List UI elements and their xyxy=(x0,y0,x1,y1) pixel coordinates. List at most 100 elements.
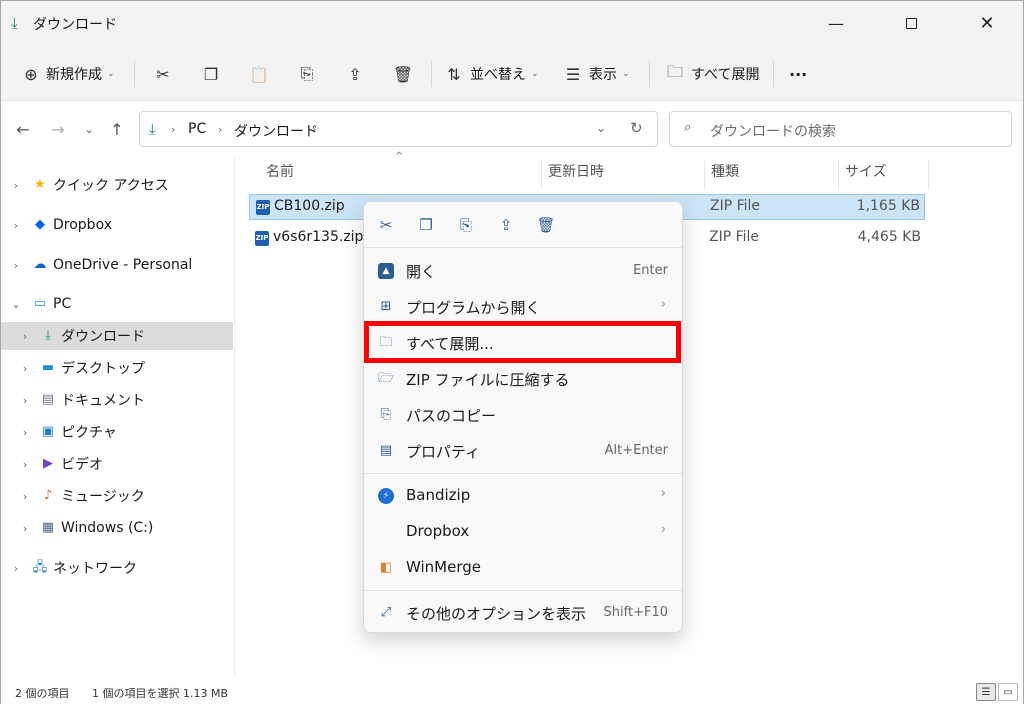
chevron-right-icon[interactable]: › xyxy=(19,394,31,407)
new-button[interactable]: ⊕ 新規作成 ⌄ xyxy=(21,61,114,87)
more-icon: ··· xyxy=(789,64,808,84)
refresh-icon[interactable]: ↻ xyxy=(630,119,643,137)
tree-item-quick-access[interactable]: › ★ クイック アクセス xyxy=(1,171,233,199)
search-input[interactable]: ⌕ ダウンロードの検索 xyxy=(669,111,1012,147)
tree-label: ピクチャ xyxy=(61,425,117,441)
rename-button[interactable]: ⎘ xyxy=(297,61,317,87)
column-divider[interactable] xyxy=(541,159,542,189)
column-divider[interactable] xyxy=(928,159,929,189)
view-label: 表示 xyxy=(589,67,617,83)
tree-item-pictures[interactable]: › ▣ ピクチャ xyxy=(1,418,233,446)
back-button[interactable]: ← xyxy=(13,119,33,139)
menu-label: Dropbox xyxy=(406,522,470,540)
paste-button[interactable]: 📋 xyxy=(249,61,269,87)
minimize-button[interactable]: — xyxy=(813,9,859,37)
search-icon: ⌕ xyxy=(684,120,692,135)
tree-item-downloads[interactable]: › ⤓ ダウンロード xyxy=(1,322,233,350)
chevron-right-icon[interactable]: › xyxy=(10,219,22,232)
close-icon: ✕ xyxy=(979,12,995,34)
tree-label: Dropbox xyxy=(53,217,112,233)
properties-icon: ▤ xyxy=(379,443,393,458)
file-type: ZIP File xyxy=(709,229,760,245)
chevron-right-icon[interactable]: › xyxy=(10,562,22,575)
tree-item-music[interactable]: › ♪ ミュージック xyxy=(1,482,233,510)
menu-item-more-options[interactable]: ⤢ その他のオプションを表示 Shift+F10 xyxy=(368,596,680,630)
chevron-down-icon: ⌄ xyxy=(84,122,94,136)
column-header-size[interactable]: サイズ xyxy=(845,161,887,187)
rename-icon: ⎘ xyxy=(300,64,314,83)
bandizip-icon: ⚡ xyxy=(378,488,394,504)
menu-item-open[interactable]: ▲ 開く Enter xyxy=(368,254,680,288)
chevron-down-icon[interactable]: ⌄ xyxy=(10,298,22,311)
computer-icon: ▭ xyxy=(33,296,47,311)
share-icon: ⇪ xyxy=(499,216,513,234)
tree-item-pc[interactable]: ⌄ ▭ PC xyxy=(1,290,233,318)
rename-icon: ⎘ xyxy=(459,216,472,234)
command-bar: ⊕ 新規作成 ⌄ ✂ ❐ 📋 ⎘ ⇪ 🗑 ⇅ 並べ替え ⌄ ☰ 表示 ⌄ 🗀 す… xyxy=(1,45,1023,101)
file-name: CB100.zip xyxy=(274,198,345,214)
delete-button[interactable]: 🗑 xyxy=(393,61,413,87)
menu-item-winmerge[interactable]: ◧ WinMerge xyxy=(368,551,680,585)
open-with-icon: ⊞ xyxy=(380,299,392,314)
tree-item-documents[interactable]: › ▤ ドキュメント xyxy=(1,386,233,414)
tree-item-videos[interactable]: › ▶ ビデオ xyxy=(1,450,233,478)
chevron-right-icon: › xyxy=(660,486,666,501)
menu-item-copy-path[interactable]: ⎘ パスのコピー xyxy=(368,398,680,432)
menu-item-bandizip[interactable]: ⚡ Bandizip › xyxy=(368,479,680,513)
chevron-right-icon[interactable]: › xyxy=(19,458,31,471)
up-button[interactable]: ↑ xyxy=(107,119,127,139)
chevron-down-icon[interactable]: ⌄ xyxy=(596,121,606,135)
details-view-button[interactable]: ☰ xyxy=(976,683,996,701)
rename-button[interactable]: ⎘ xyxy=(455,214,477,236)
column-header-type[interactable]: 種類 xyxy=(711,161,739,187)
column-header-modified[interactable]: 更新日時 xyxy=(548,161,604,187)
chevron-right-icon: › xyxy=(218,123,223,136)
chevron-right-icon[interactable]: › xyxy=(19,330,31,343)
chevron-right-icon[interactable]: › xyxy=(19,490,31,503)
chevron-right-icon[interactable]: › xyxy=(19,426,31,439)
tree-item-dropbox[interactable]: › ◆ Dropbox xyxy=(1,211,233,239)
close-button[interactable]: ✕ xyxy=(964,9,1010,37)
menu-item-compress-zip[interactable]: 🗁 ZIP ファイルに圧縮する xyxy=(368,362,680,396)
share-button[interactable]: ⇪ xyxy=(345,61,365,87)
more-button[interactable]: ··· xyxy=(789,61,807,87)
breadcrumb-downloads[interactable]: ダウンロード xyxy=(234,121,318,141)
menu-item-open-with[interactable]: ⊞ プログラムから開く › xyxy=(368,290,680,324)
view-button[interactable]: ☰ 表示 ⌄ xyxy=(563,61,630,87)
zip-file-icon: ZIP xyxy=(255,231,269,246)
tiles-view-button[interactable]: ▭ xyxy=(998,683,1018,701)
address-bar[interactable]: ⤓ › PC › ダウンロード › ⌄ ↻ xyxy=(139,111,658,147)
recent-locations-button[interactable]: ⌄ xyxy=(79,119,99,139)
download-icon: ⤓ xyxy=(11,14,18,32)
forward-button[interactable]: → xyxy=(48,119,68,139)
cut-button[interactable]: ✂ xyxy=(153,61,173,87)
context-menu: ✂ ❐ ⎘ ⇪ 🗑 ▲ 開く Enter ⊞ プログラムから開く › 🗀 すべて… xyxy=(363,201,683,633)
column-divider[interactable] xyxy=(838,159,839,189)
maximize-button[interactable] xyxy=(888,9,934,37)
chevron-right-icon[interactable]: › xyxy=(19,522,31,535)
menu-label: Bandizip xyxy=(406,486,471,504)
chevron-right-icon[interactable]: › xyxy=(10,259,22,272)
chevron-right-icon[interactable]: › xyxy=(19,362,31,375)
cut-button[interactable]: ✂ xyxy=(375,214,397,236)
zip-file-icon: ZIP xyxy=(256,200,270,215)
sort-button[interactable]: ⇅ 並べ替え ⌄ xyxy=(444,61,538,87)
download-icon: ⤓ xyxy=(149,120,156,138)
share-button[interactable]: ⇪ xyxy=(495,214,517,236)
tree-item-desktop[interactable]: › ▬ デスクトップ xyxy=(1,354,233,382)
sort-icon: ⇅ xyxy=(447,64,461,84)
column-divider[interactable] xyxy=(704,159,705,189)
extract-all-button[interactable]: 🗀 すべて展開 xyxy=(665,61,759,87)
menu-divider xyxy=(364,590,682,591)
breadcrumb-pc[interactable]: PC xyxy=(188,121,206,137)
column-header-name[interactable]: 名前 xyxy=(266,161,294,187)
copy-button[interactable]: ❐ xyxy=(201,61,221,87)
copy-button[interactable]: ❐ xyxy=(415,214,437,236)
menu-item-properties[interactable]: ▤ プロパティ Alt+Enter xyxy=(368,434,680,468)
menu-item-dropbox[interactable]: Dropbox › xyxy=(368,515,680,549)
tree-item-network[interactable]: › 🖧 ネットワーク xyxy=(1,554,233,582)
chevron-right-icon[interactable]: › xyxy=(10,179,22,192)
tree-item-onedrive[interactable]: › ☁ OneDrive - Personal xyxy=(1,251,233,279)
tree-item-windows-c[interactable]: › ▦ Windows (C:) xyxy=(1,514,233,542)
delete-button[interactable]: 🗑 xyxy=(535,214,557,236)
